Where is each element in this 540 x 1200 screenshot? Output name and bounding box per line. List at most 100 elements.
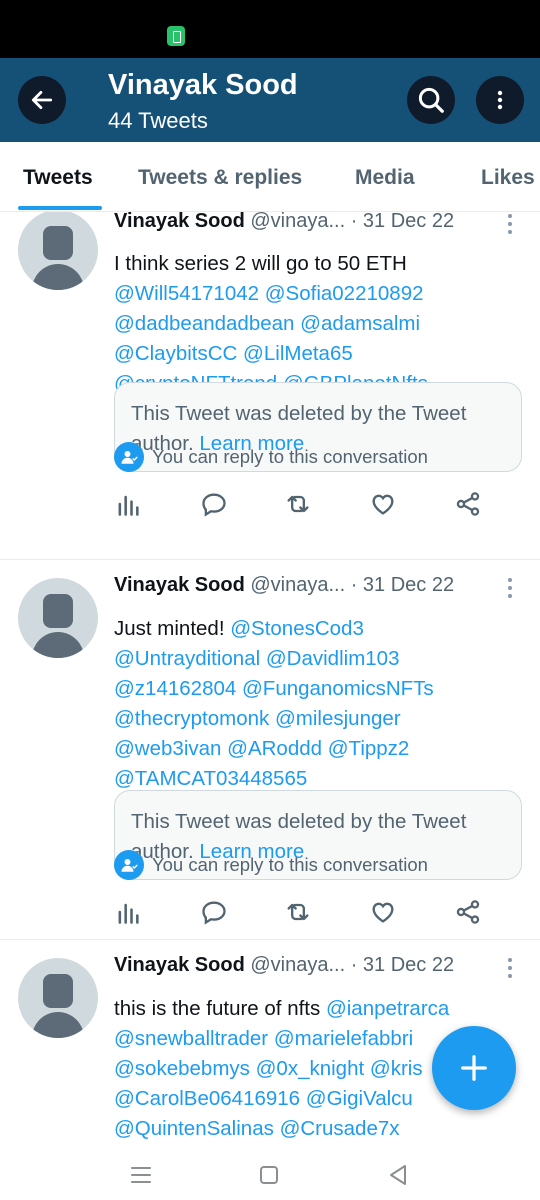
mention-link[interactable]: @Untrayditional	[114, 647, 260, 670]
mention-link[interactable]: @sokebebmys	[114, 1057, 250, 1080]
tweet-header: Vinayak Sood @vinaya... · 31 Dec 22	[114, 954, 454, 977]
reply-note-text: You can reply to this conversation	[152, 854, 428, 875]
tweet-text-line: @sokebebmys @0x_knight @kris	[114, 1054, 423, 1084]
tweet-text-line: @Untrayditional @Davidlim103	[114, 644, 399, 674]
mention-link[interactable]: @kris	[370, 1057, 423, 1080]
reply-note-text: You can reply to this conversation	[152, 446, 428, 467]
tweet-text-line: @QuintenSalinas @Crusade7x	[114, 1114, 400, 1144]
recents-icon[interactable]	[124, 1158, 158, 1192]
profile-name-title: Vinayak Sood	[108, 69, 298, 101]
back-button[interactable]	[18, 76, 66, 124]
mention-link[interactable]: @adamsalmi	[300, 312, 420, 335]
tweet-header: Vinayak Sood @vinaya... · 31 Dec 22	[114, 574, 454, 597]
tweet-text-span: I think series 2 will go to 50 ETH	[114, 252, 407, 275]
mention-link[interactable]: @z14162804	[114, 677, 236, 700]
tweet-header: Vinayak Sood @vinaya... · 31 Dec 22	[114, 212, 454, 233]
search-button[interactable]	[407, 76, 455, 124]
author-name[interactable]: Vinayak Sood	[114, 574, 245, 596]
tweet-text-line: @CarolBe06416916 @GigiValcu	[114, 1084, 413, 1114]
mention-link[interactable]: @StonesCod3	[230, 617, 364, 640]
tweet-item[interactable]: Vinayak Sood @vinaya... · 31 Dec 22 I th…	[0, 212, 540, 560]
mention-link[interactable]: @GigiValcu	[306, 1087, 413, 1110]
mention-link[interactable]: @ARoddd	[227, 737, 322, 760]
tweet-date: · 31 Dec 22	[350, 954, 455, 976]
tweet-count: 44 Tweets	[108, 108, 208, 133]
tweet-more-icon[interactable]	[505, 958, 515, 980]
analytics-icon[interactable]	[114, 490, 142, 518]
tweet-actions	[114, 898, 494, 926]
arrow-left-icon	[31, 91, 53, 109]
author-name[interactable]: Vinayak Sood	[114, 212, 245, 232]
retweet-icon[interactable]	[284, 490, 312, 518]
reply-note: You can reply to this conversation	[114, 442, 428, 472]
tweet-text-span: Just minted!	[114, 617, 231, 640]
mention-link[interactable]: @ianpetrarca	[326, 997, 449, 1020]
tweet-text-line: @dadbeandadbean @adamsalmi	[114, 309, 420, 339]
mention-link[interactable]: @QuintenSalinas	[114, 1117, 274, 1140]
tweet-text-line: @z14162804 @FunganomicsNFTs	[114, 674, 434, 704]
analytics-icon[interactable]	[114, 898, 142, 926]
like-icon[interactable]	[369, 490, 397, 518]
mention-link[interactable]: @snewballtrader	[114, 1027, 268, 1050]
author-name[interactable]: Vinayak Sood	[114, 954, 245, 976]
tweet-text-span: this is the future of nfts	[114, 997, 326, 1020]
search-icon	[418, 87, 444, 113]
battery-icon	[167, 26, 185, 46]
back-icon[interactable]	[382, 1158, 416, 1192]
tweet-text-line: I think series 2 will go to 50 ETH	[114, 249, 407, 279]
mention-link[interactable]: @thecryptomonk	[114, 707, 269, 730]
tweet-more-icon[interactable]	[505, 214, 515, 236]
mention-link[interactable]: @dadbeandadbean	[114, 312, 294, 335]
tweet-text-line: @snewballtrader @marielefabbri	[114, 1024, 413, 1054]
mention-link[interactable]: @TAMCAT03448565	[114, 767, 307, 790]
active-tab-indicator	[18, 206, 102, 210]
mention-link[interactable]: @marielefabbri	[274, 1027, 413, 1050]
mention-link[interactable]: @Sofia02210892	[265, 282, 424, 305]
tweet-more-icon[interactable]	[505, 578, 515, 600]
mention-link[interactable]: @FunganomicsNFTs	[242, 677, 434, 700]
reply-note: You can reply to this conversation	[114, 850, 428, 880]
mention-link[interactable]: @ClaybitsCC	[114, 342, 237, 365]
avatar[interactable]	[18, 212, 98, 290]
tab-tweets-and-replies[interactable]: Tweets & replies	[138, 166, 302, 190]
home-icon[interactable]	[252, 1158, 286, 1192]
author-handle: @vinaya...	[250, 574, 346, 596]
tweet-text-line: this is the future of nfts @ianpetrarca	[114, 994, 449, 1024]
tweet-text-line: @thecryptomonk @milesjunger	[114, 704, 401, 734]
mention-link[interactable]: @CarolBe06416916	[114, 1087, 300, 1110]
compose-plus-icon	[461, 1055, 487, 1081]
mention-link[interactable]: @web3ivan	[114, 737, 221, 760]
tweet-item[interactable]: Vinayak Sood @vinaya... · 31 Dec 22 Just…	[0, 564, 540, 940]
tweet-text-line: @ClaybitsCC @LilMeta65	[114, 339, 353, 369]
avatar[interactable]	[18, 578, 98, 658]
mention-link[interactable]: @LilMeta65	[243, 342, 353, 365]
tweet-actions	[114, 490, 494, 518]
share-icon[interactable]	[454, 490, 482, 518]
mention-link[interactable]: @0x_knight	[256, 1057, 365, 1080]
mention-link[interactable]: @Crusade7x	[280, 1117, 400, 1140]
more-vertical-icon	[497, 90, 503, 110]
retweet-icon[interactable]	[284, 898, 312, 926]
tweet-text-line: Just minted! @StonesCod3	[114, 614, 364, 644]
tweet-date: · 31 Dec 22	[350, 574, 455, 596]
more-options-button[interactable]	[476, 76, 524, 124]
compose-tweet-button[interactable]	[432, 1026, 516, 1110]
tab-media[interactable]: Media	[355, 166, 415, 190]
author-handle: @vinaya...	[250, 954, 346, 976]
mention-link[interactable]: @Tippz2	[328, 737, 410, 760]
mention-link[interactable]: @milesjunger	[275, 707, 401, 730]
tweet-text-line: @Will54171042 @Sofia02210892	[114, 279, 424, 309]
tab-tweets[interactable]: Tweets	[23, 166, 93, 190]
reply-icon[interactable]	[200, 490, 228, 518]
mention-link[interactable]: @Davidlim103	[266, 647, 400, 670]
reply-icon[interactable]	[200, 898, 228, 926]
like-icon[interactable]	[369, 898, 397, 926]
tweet-feed[interactable]: Vinayak Sood @vinaya... · 31 Dec 22 I th…	[0, 212, 540, 1150]
system-nav-bar	[0, 1150, 540, 1200]
share-icon[interactable]	[454, 898, 482, 926]
reply-people-icon	[114, 442, 144, 472]
reply-people-icon	[114, 850, 144, 880]
avatar[interactable]	[18, 958, 98, 1038]
mention-link[interactable]: @Will54171042	[114, 282, 259, 305]
tab-likes[interactable]: Likes	[481, 166, 535, 190]
